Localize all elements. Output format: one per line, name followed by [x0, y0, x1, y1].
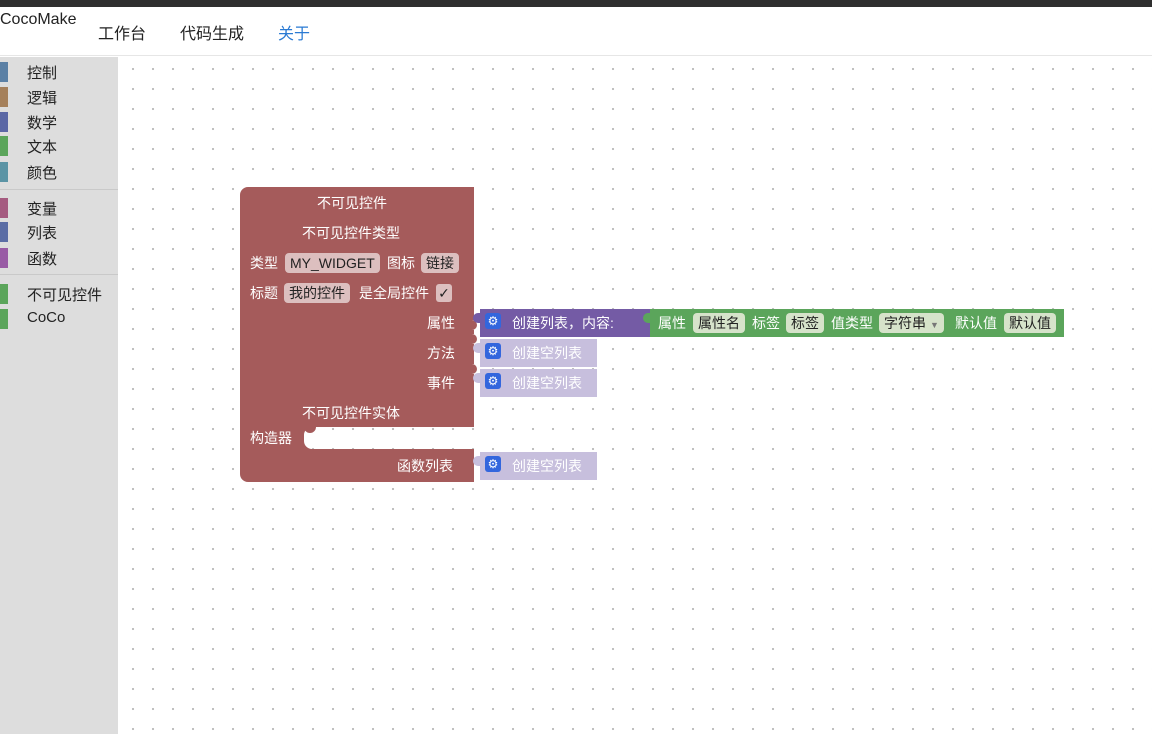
gear-icon[interactable]: ⚙ — [485, 313, 501, 329]
toolbox: 控制 逻辑 数学 文本 颜色 变量 列表 函数 不可见控件 CoCo — [0, 57, 118, 734]
vtype-value: 字符串 — [884, 315, 926, 331]
prop-label: 属性 — [658, 315, 686, 331]
vtype-label: 值类型 — [831, 315, 873, 331]
toolbox-category-label: 逻辑 — [27, 90, 58, 107]
constructor-label: 构造器 — [250, 430, 292, 446]
toolbox-category-functions[interactable]: 函数 — [0, 246, 118, 268]
toolbox-separator — [0, 274, 118, 275]
toolbox-category-invisible-widget[interactable]: 不可见控件 — [0, 282, 118, 304]
category-color-swatch — [0, 62, 8, 82]
tag-field[interactable]: 标签 — [786, 313, 824, 333]
default-field[interactable]: 默认值 — [1004, 313, 1056, 333]
global-checkbox[interactable]: ✓ — [436, 284, 452, 302]
toolbox-category-variables[interactable]: 变量 — [0, 196, 118, 218]
icon-label: 图标 — [387, 255, 415, 271]
toolbox-separator — [0, 189, 118, 190]
block-section-entity: 不可见控件实体 — [302, 405, 400, 421]
toolbox-category-text[interactable]: 文本 — [0, 134, 118, 156]
default-label: 默认值 — [955, 315, 997, 331]
toolbox-category-label: 不可见控件 — [27, 287, 103, 304]
blockly-workspace[interactable]: 不可见控件 不可见控件类型 类型 MY_WIDGET 图标 链接 标题 我的控件… — [118, 57, 1152, 734]
toolbox-category-label: 函数 — [27, 251, 58, 268]
vtype-dropdown[interactable]: 字符串 ▼ — [879, 313, 944, 333]
empty-list-label: 创建空列表 — [512, 345, 582, 361]
title-label: 标题 — [250, 285, 278, 301]
gear-icon[interactable]: ⚙ — [485, 373, 501, 389]
toolbox-category-label: 变量 — [27, 201, 58, 218]
toolbox-category-label: 颜色 — [27, 165, 58, 182]
methods-label: 方法 — [427, 345, 455, 361]
toolbox-category-control[interactable]: 控制 — [0, 60, 118, 82]
events-label: 事件 — [427, 375, 455, 391]
category-color-swatch — [0, 112, 8, 132]
toolbox-category-label: 列表 — [27, 225, 58, 242]
category-color-swatch — [0, 87, 8, 107]
gear-icon[interactable]: ⚙ — [485, 343, 501, 359]
toolbox-category-label: 控制 — [27, 65, 58, 82]
type-field[interactable]: MY_WIDGET — [285, 253, 380, 273]
toolbox-category-label: 文本 — [27, 139, 58, 156]
category-color-swatch — [0, 309, 8, 329]
icon-field[interactable]: 链接 — [421, 253, 459, 273]
type-label: 类型 — [250, 255, 278, 271]
category-color-swatch — [0, 248, 8, 268]
nav-about[interactable]: 关于 — [278, 20, 310, 44]
window-top-strip — [0, 0, 1152, 7]
toolbox-category-logic[interactable]: 逻辑 — [0, 85, 118, 107]
gear-icon[interactable]: ⚙ — [485, 456, 501, 472]
nav-workbench[interactable]: 工作台 — [98, 20, 146, 44]
tag-label: 标签 — [752, 315, 780, 331]
navbar: CocoMake 工作台 代码生成 关于 — [0, 7, 1152, 56]
empty-list-label: 创建空列表 — [512, 375, 582, 391]
empty-list-label: 创建空列表 — [512, 458, 582, 474]
create-list-label: 创建列表，内容: — [512, 315, 614, 331]
global-label: 是全局控件 — [359, 285, 429, 301]
category-color-swatch — [0, 198, 8, 218]
block-section-type: 不可见控件类型 — [302, 225, 400, 241]
funcs-label: 函数列表 — [397, 458, 453, 474]
nav-code-gen[interactable]: 代码生成 — [180, 20, 244, 44]
category-color-swatch — [0, 136, 8, 156]
toolbox-category-color[interactable]: 颜色 — [0, 160, 118, 182]
toolbox-category-label: CoCo — [27, 309, 66, 326]
category-color-swatch — [0, 222, 8, 242]
toolbox-category-label: 数学 — [27, 115, 58, 132]
props-label: 属性 — [427, 315, 455, 331]
toolbox-category-math[interactable]: 数学 — [0, 110, 118, 132]
title-field[interactable]: 我的控件 — [284, 283, 350, 303]
dropdown-arrow-icon: ▼ — [930, 320, 939, 330]
category-color-swatch — [0, 284, 8, 304]
block-title: 不可见控件 — [317, 195, 387, 211]
prop-name-field[interactable]: 属性名 — [693, 313, 745, 333]
brand-logo[interactable]: CocoMake — [0, 11, 76, 29]
toolbox-category-lists[interactable]: 列表 — [0, 220, 118, 242]
toolbox-category-coco[interactable]: CoCo — [0, 307, 118, 329]
category-color-swatch — [0, 162, 8, 182]
